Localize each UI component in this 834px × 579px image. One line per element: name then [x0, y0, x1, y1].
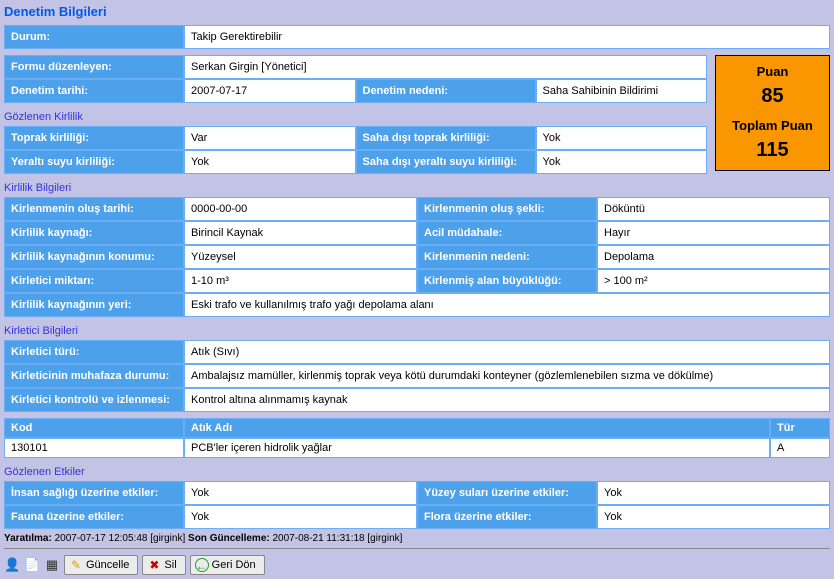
groundwater-value: Yok	[184, 150, 356, 174]
toolbar: 👤 📄 ▦ ✎ Güncelle ✖ Sil ← Geri Dön	[4, 555, 830, 575]
status-grid: Durum: Takip Gerektirebilir	[4, 25, 830, 49]
source-loc-value: Yüzeysel	[184, 245, 417, 269]
waste-head-name: Atık Adı	[184, 418, 770, 438]
created-label: Yaratılma:	[4, 533, 52, 544]
total-score-value: 115	[720, 139, 825, 162]
flora-label: Flora üzerine etkiler:	[417, 505, 597, 529]
offsite-groundwater-label: Saha dışı yeraltı suyu kirliliği:	[356, 150, 536, 174]
waste-type: A	[770, 438, 830, 458]
observed-effects-title: Gözlenen Etkiler	[4, 466, 830, 478]
delete-icon: ✖	[147, 558, 161, 572]
meta-bar: Yaratılma: 2007-07-17 12:05:48 [girgink]…	[4, 529, 830, 549]
waste-code: 130101	[4, 438, 184, 458]
pollutant-info-grid: Kirletici türü: Atık (Sıvı) Kirleticinin…	[4, 340, 830, 412]
back-button[interactable]: ← Geri Dön	[190, 555, 265, 575]
pollutant-control-label: Kirletici kontrolü ve izlenmesi:	[4, 388, 184, 412]
page-icon[interactable]: 📄	[24, 557, 40, 573]
offsite-soil-value: Yok	[536, 126, 708, 150]
user-icon[interactable]: 👤	[4, 557, 20, 573]
score-label: Puan	[720, 64, 825, 79]
amount-value: 1-10 m³	[184, 269, 417, 293]
editor-label: Formu düzenleyen:	[4, 55, 184, 79]
fauna-label: Fauna üzerine etkiler:	[4, 505, 184, 529]
offsite-soil-label: Saha dışı toprak kirliliği:	[356, 126, 536, 150]
cause-value: Depolama	[597, 245, 830, 269]
area-label: Kirlenmiş alan büyüklüğü:	[417, 269, 597, 293]
source-value: Birincil Kaynak	[184, 221, 417, 245]
surface-water-label: Yüzey suları üzerine etkiler:	[417, 481, 597, 505]
waste-head-code: Kod	[4, 418, 184, 438]
pollutant-type-label: Kirletici türü:	[4, 340, 184, 364]
back-button-label: Geri Dön	[212, 559, 256, 571]
total-score-label: Toplam Puan	[720, 118, 825, 133]
score-box: Puan 85 Toplam Puan 115	[715, 55, 830, 171]
updated-value: 2007-08-21 11:31:18 [girgink]	[273, 533, 403, 544]
pollution-info-grid: Kirlenmenin oluş tarihi: 0000-00-00 Kirl…	[4, 197, 830, 317]
source-loc-label: Kirlilik kaynağının konumu:	[4, 245, 184, 269]
delete-button-label: Sil	[164, 559, 176, 571]
source-place-label: Kirlilik kaynağının yeri:	[4, 293, 184, 317]
table-icon[interactable]: ▦	[44, 557, 60, 573]
pollutant-type-value: Atık (Sıvı)	[184, 340, 830, 364]
observed-pollution-grid: Toprak kirliliği: Var Saha dışı toprak k…	[4, 126, 707, 174]
editor-value: Serkan Girgin [Yönetici]	[184, 55, 707, 79]
pollution-info-title: Kirlilik Bilgileri	[4, 182, 830, 194]
update-button[interactable]: ✎ Güncelle	[64, 555, 138, 575]
reason-label: Denetim nedeni:	[356, 79, 536, 103]
waste-head-type: Tür	[770, 418, 830, 438]
observed-effects-grid: İnsan sağlığı üzerine etkiler: Yok Yüzey…	[4, 481, 830, 529]
score-value: 85	[720, 85, 825, 108]
back-icon: ←	[195, 558, 209, 572]
soil-value: Var	[184, 126, 356, 150]
source-place-value: Eski trafo ve kullanılmış trafo yağı dep…	[184, 293, 830, 317]
delete-button[interactable]: ✖ Sil	[142, 555, 185, 575]
area-value: > 100 m²	[597, 269, 830, 293]
human-value: Yok	[184, 481, 417, 505]
pollutant-storage-label: Kirleticinin muhafaza durumu:	[4, 364, 184, 388]
cause-label: Kirlenmenin nedeni:	[417, 245, 597, 269]
updated-label: Son Güncelleme:	[188, 533, 270, 544]
emergency-label: Acil müdahale:	[417, 221, 597, 245]
pollutant-control-value: Kontrol altına alınmamış kaynak	[184, 388, 830, 412]
pollutant-storage-value: Ambalajsız mamüller, kirlenmiş toprak ve…	[184, 364, 830, 388]
occur-type-label: Kirlenmenin oluş şekli:	[417, 197, 597, 221]
waste-name: PCB'ler içeren hidrolik yağlar	[184, 438, 770, 458]
occur-type-value: Döküntü	[597, 197, 830, 221]
page-title: Denetim Bilgileri	[4, 4, 830, 19]
created-value: 2007-07-17 12:05:48 [girgink]	[55, 533, 186, 544]
status-value: Takip Gerektirebilir	[184, 25, 830, 49]
human-label: İnsan sağlığı üzerine etkiler:	[4, 481, 184, 505]
fauna-value: Yok	[184, 505, 417, 529]
surface-water-value: Yok	[597, 481, 830, 505]
date-value: 2007-07-17	[184, 79, 356, 103]
reason-value: Saha Sahibinin Bildirimi	[536, 79, 708, 103]
groundwater-label: Yeraltı suyu kirliliği:	[4, 150, 184, 174]
date-label: Denetim tarihi:	[4, 79, 184, 103]
status-label: Durum:	[4, 25, 184, 49]
source-label: Kirlilik kaynağı:	[4, 221, 184, 245]
emergency-value: Hayır	[597, 221, 830, 245]
occur-date-label: Kirlenmenin oluş tarihi:	[4, 197, 184, 221]
offsite-groundwater-value: Yok	[536, 150, 708, 174]
flora-value: Yok	[597, 505, 830, 529]
observed-pollution-title: Gözlenen Kirlilik	[4, 111, 707, 123]
pollutant-info-title: Kirletici Bilgileri	[4, 325, 830, 337]
header-grid: Formu düzenleyen: Serkan Girgin [Yönetic…	[4, 55, 707, 103]
soil-label: Toprak kirliliği:	[4, 126, 184, 150]
waste-table-row: 130101 PCB'ler içeren hidrolik yağlar A	[4, 438, 830, 458]
occur-date-value: 0000-00-00	[184, 197, 417, 221]
amount-label: Kirletici miktarı:	[4, 269, 184, 293]
pencil-icon: ✎	[69, 558, 83, 572]
waste-table-header: Kod Atık Adı Tür	[4, 418, 830, 438]
update-button-label: Güncelle	[86, 559, 129, 571]
